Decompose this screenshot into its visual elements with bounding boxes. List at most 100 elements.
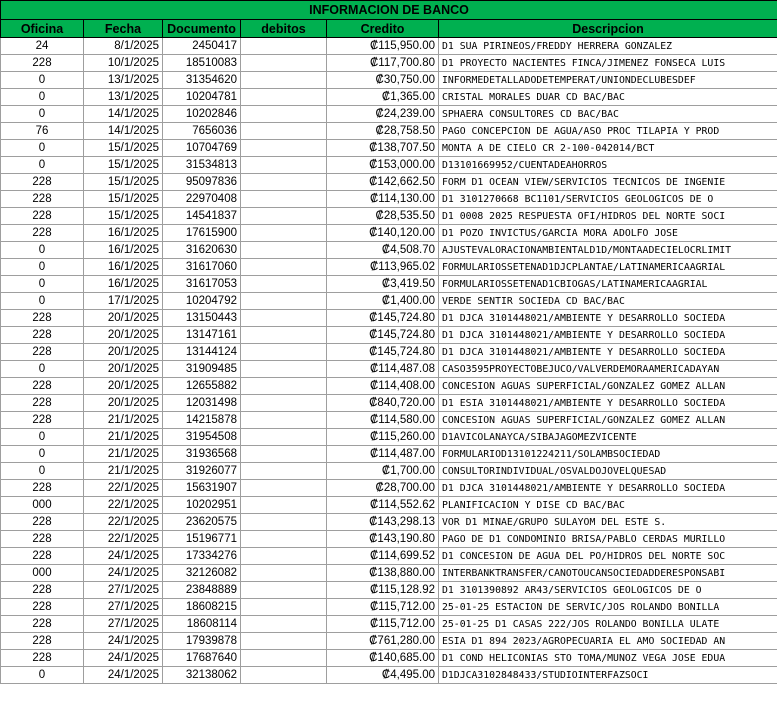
cell-fecha[interactable]: 27/1/2025 [83, 598, 163, 616]
cell-credito[interactable]: ₡115,712.00 [326, 598, 439, 616]
cell-oficina[interactable]: 0 [0, 88, 84, 106]
cell-oficina[interactable]: 0 [0, 445, 84, 463]
cell-credito[interactable]: ₡1,700.00 [326, 462, 439, 480]
cell-documento[interactable]: 17334276 [162, 547, 241, 565]
cell-credito[interactable]: ₡145,724.80 [326, 343, 439, 361]
cell-credito[interactable]: ₡113,965.02 [326, 258, 439, 276]
cell-documento[interactable]: 22970408 [162, 190, 241, 208]
cell-oficina[interactable]: 228 [0, 343, 84, 361]
cell-debitos[interactable] [240, 37, 327, 55]
cell-debitos[interactable] [240, 105, 327, 123]
cell-descripcion[interactable]: FORMULARIOD13101224211/SOLAMBSOCIEDAD [437, 445, 777, 463]
cell-fecha[interactable]: 17/1/2025 [83, 292, 163, 310]
cell-fecha[interactable]: 27/1/2025 [83, 615, 163, 633]
cell-debitos[interactable] [240, 564, 327, 582]
cell-debitos[interactable] [240, 292, 327, 310]
header-oficina[interactable]: Oficina [0, 19, 84, 38]
cell-oficina[interactable]: 228 [0, 309, 84, 327]
cell-oficina[interactable]: 000 [0, 564, 84, 582]
cell-documento[interactable]: 31620630 [162, 241, 241, 259]
cell-documento[interactable]: 18510083 [162, 54, 241, 72]
cell-oficina[interactable]: 228 [0, 598, 84, 616]
cell-documento[interactable]: 31936568 [162, 445, 241, 463]
cell-documento[interactable]: 31909485 [162, 360, 241, 378]
cell-credito[interactable]: ₡145,724.80 [326, 326, 439, 344]
cell-oficina[interactable]: 228 [0, 190, 84, 208]
cell-documento[interactable]: 17687640 [162, 649, 241, 667]
cell-descripcion[interactable]: SPHAERA CONSULTORES CD BAC/BAC [437, 105, 777, 123]
cell-credito[interactable]: ₡117,700.80 [326, 54, 439, 72]
cell-oficina[interactable]: 228 [0, 581, 84, 599]
header-debitos[interactable]: debitos [240, 19, 327, 38]
cell-descripcion[interactable]: D1 ESIA 3101448021/AMBIENTE Y DESARROLLO… [437, 394, 777, 412]
cell-documento[interactable]: 14541837 [162, 207, 241, 225]
cell-fecha[interactable]: 20/1/2025 [83, 309, 163, 327]
cell-documento[interactable]: 31954508 [162, 428, 241, 446]
cell-credito[interactable]: ₡115,128.92 [326, 581, 439, 599]
cell-documento[interactable]: 2450417 [162, 37, 241, 55]
cell-credito[interactable]: ₡143,298.13 [326, 513, 439, 531]
cell-oficina[interactable]: 228 [0, 513, 84, 531]
cell-debitos[interactable] [240, 479, 327, 497]
cell-debitos[interactable] [240, 360, 327, 378]
cell-documento[interactable]: 95097836 [162, 173, 241, 191]
cell-oficina[interactable]: 24 [0, 37, 84, 55]
cell-credito[interactable]: ₡30,750.00 [326, 71, 439, 89]
cell-fecha[interactable]: 27/1/2025 [83, 581, 163, 599]
cell-fecha[interactable]: 21/1/2025 [83, 411, 163, 429]
cell-descripcion[interactable]: ESIA D1 894 2023/AGROPECUARIA EL AMO SOC… [437, 632, 777, 650]
cell-oficina[interactable]: 0 [0, 428, 84, 446]
cell-descripcion[interactable]: AJUSTEVALORACIONAMBIENTALD1D/MONTAADECIE… [437, 241, 777, 259]
cell-oficina[interactable]: 0 [0, 105, 84, 123]
cell-fecha[interactable]: 20/1/2025 [83, 377, 163, 395]
cell-debitos[interactable] [240, 139, 327, 157]
cell-documento[interactable]: 31617060 [162, 258, 241, 276]
cell-fecha[interactable]: 14/1/2025 [83, 122, 163, 140]
cell-documento[interactable]: 10704769 [162, 139, 241, 157]
cell-oficina[interactable]: 0 [0, 666, 84, 684]
cell-debitos[interactable] [240, 88, 327, 106]
cell-oficina[interactable]: 228 [0, 326, 84, 344]
cell-descripcion[interactable]: PAGO CONCEPCION DE AGUA/ASO PROC TILAPIA… [437, 122, 777, 140]
cell-descripcion[interactable]: CONCESION AGUAS SUPERFICIAL/GONZALEZ GOM… [437, 411, 777, 429]
cell-oficina[interactable]: 228 [0, 173, 84, 191]
cell-fecha[interactable]: 24/1/2025 [83, 649, 163, 667]
cell-descripcion[interactable]: MONTA A DE CIELO CR 2-100-042014/BCT [437, 139, 777, 157]
cell-debitos[interactable] [240, 530, 327, 548]
cell-credito[interactable]: ₡143,190.80 [326, 530, 439, 548]
header-documento[interactable]: Documento [162, 19, 241, 38]
cell-descripcion[interactable]: D1 DJCA 3101448021/AMBIENTE Y DESARROLLO… [437, 343, 777, 361]
cell-credito[interactable]: ₡114,552.62 [326, 496, 439, 514]
cell-debitos[interactable] [240, 343, 327, 361]
cell-credito[interactable]: ₡114,487.00 [326, 445, 439, 463]
cell-descripcion[interactable]: D1 SUA PIRINEOS/FREDDY HERRERA GONZALEZ [437, 37, 777, 55]
cell-debitos[interactable] [240, 513, 327, 531]
cell-descripcion[interactable]: PAGO DE D1 CONDOMINIO BRISA/PABLO CERDAS… [437, 530, 777, 548]
cell-fecha[interactable]: 16/1/2025 [83, 241, 163, 259]
cell-debitos[interactable] [240, 190, 327, 208]
cell-descripcion[interactable]: D1 DJCA 3101448021/AMBIENTE Y DESARROLLO… [437, 309, 777, 327]
cell-documento[interactable]: 12655882 [162, 377, 241, 395]
cell-debitos[interactable] [240, 377, 327, 395]
cell-descripcion[interactable]: D1 COND HELICONIAS STO TOMA/MUNOZ VEGA J… [437, 649, 777, 667]
cell-descripcion[interactable]: D1 3101390892 AR43/SERVICIOS GEOLOGICOS … [437, 581, 777, 599]
cell-oficina[interactable]: 228 [0, 54, 84, 72]
cell-debitos[interactable] [240, 445, 327, 463]
cell-descripcion[interactable]: D1AVICOLANAYCA/SIBAJAGOMEZVICENTE [437, 428, 777, 446]
cell-documento[interactable]: 17615900 [162, 224, 241, 242]
cell-fecha[interactable]: 15/1/2025 [83, 190, 163, 208]
cell-debitos[interactable] [240, 496, 327, 514]
cell-documento[interactable]: 23620575 [162, 513, 241, 531]
cell-descripcion[interactable]: D1 PROYECTO NACIENTES FINCA/JIMENEZ FONS… [437, 54, 777, 72]
cell-descripcion[interactable]: INFORMEDETALLADODETEMPERAT/UNIONDECLUBES… [437, 71, 777, 89]
cell-descripcion[interactable]: D1DJCA3102848433/STUDIOINTERFAZSOCI [437, 666, 777, 684]
cell-descripcion[interactable]: D1 CONCESION DE AGUA DEL PO/HIDROS DEL N… [437, 547, 777, 565]
cell-fecha[interactable]: 16/1/2025 [83, 224, 163, 242]
cell-fecha[interactable]: 16/1/2025 [83, 275, 163, 293]
cell-credito[interactable]: ₡28,700.00 [326, 479, 439, 497]
cell-fecha[interactable]: 13/1/2025 [83, 71, 163, 89]
cell-descripcion[interactable]: D13101669952/CUENTADEAHORROS [437, 156, 777, 174]
cell-credito[interactable]: ₡115,950.00 [326, 37, 439, 55]
cell-credito[interactable]: ₡4,508.70 [326, 241, 439, 259]
cell-debitos[interactable] [240, 173, 327, 191]
